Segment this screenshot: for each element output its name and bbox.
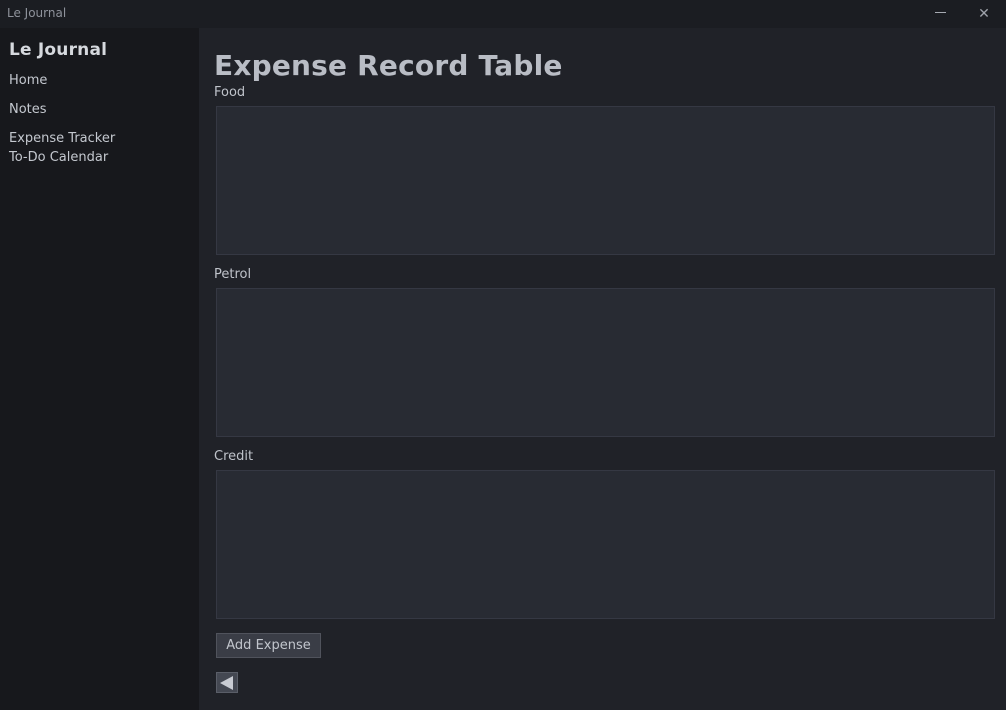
back-button[interactable] — [216, 672, 238, 693]
credit-label: Credit — [214, 449, 254, 464]
credit-text-area[interactable] — [216, 470, 995, 619]
minimize-icon — [934, 12, 946, 13]
page-title: Expense Record Table — [214, 49, 563, 82]
petrol-text-area[interactable] — [216, 288, 995, 437]
sidebar-item-expense-tracker[interactable]: Expense Tracker — [9, 131, 115, 146]
close-icon: ✕ — [978, 6, 990, 22]
window-title: Le Journal — [7, 6, 67, 20]
petrol-label: Petrol — [214, 267, 252, 282]
title-bar: Le Journal ✕ — [0, 0, 1006, 28]
sidebar-item-home[interactable]: Home — [9, 73, 47, 88]
food-text-area[interactable] — [216, 106, 995, 255]
main-content: Expense Record Table Food Petrol Credit … — [199, 28, 1006, 710]
back-arrow-icon — [220, 675, 233, 690]
food-label: Food — [214, 85, 246, 100]
sidebar: Le Journal Home Notes Expense Tracker To… — [0, 28, 199, 710]
sidebar-item-notes[interactable]: Notes — [9, 102, 47, 117]
sidebar-item-todo-calendar[interactable]: To-Do Calendar — [9, 150, 108, 165]
add-expense-button[interactable]: Add Expense — [216, 633, 321, 658]
minimize-button[interactable] — [918, 0, 962, 28]
app-brand: Le Journal — [9, 40, 108, 60]
close-button[interactable]: ✕ — [962, 0, 1006, 28]
